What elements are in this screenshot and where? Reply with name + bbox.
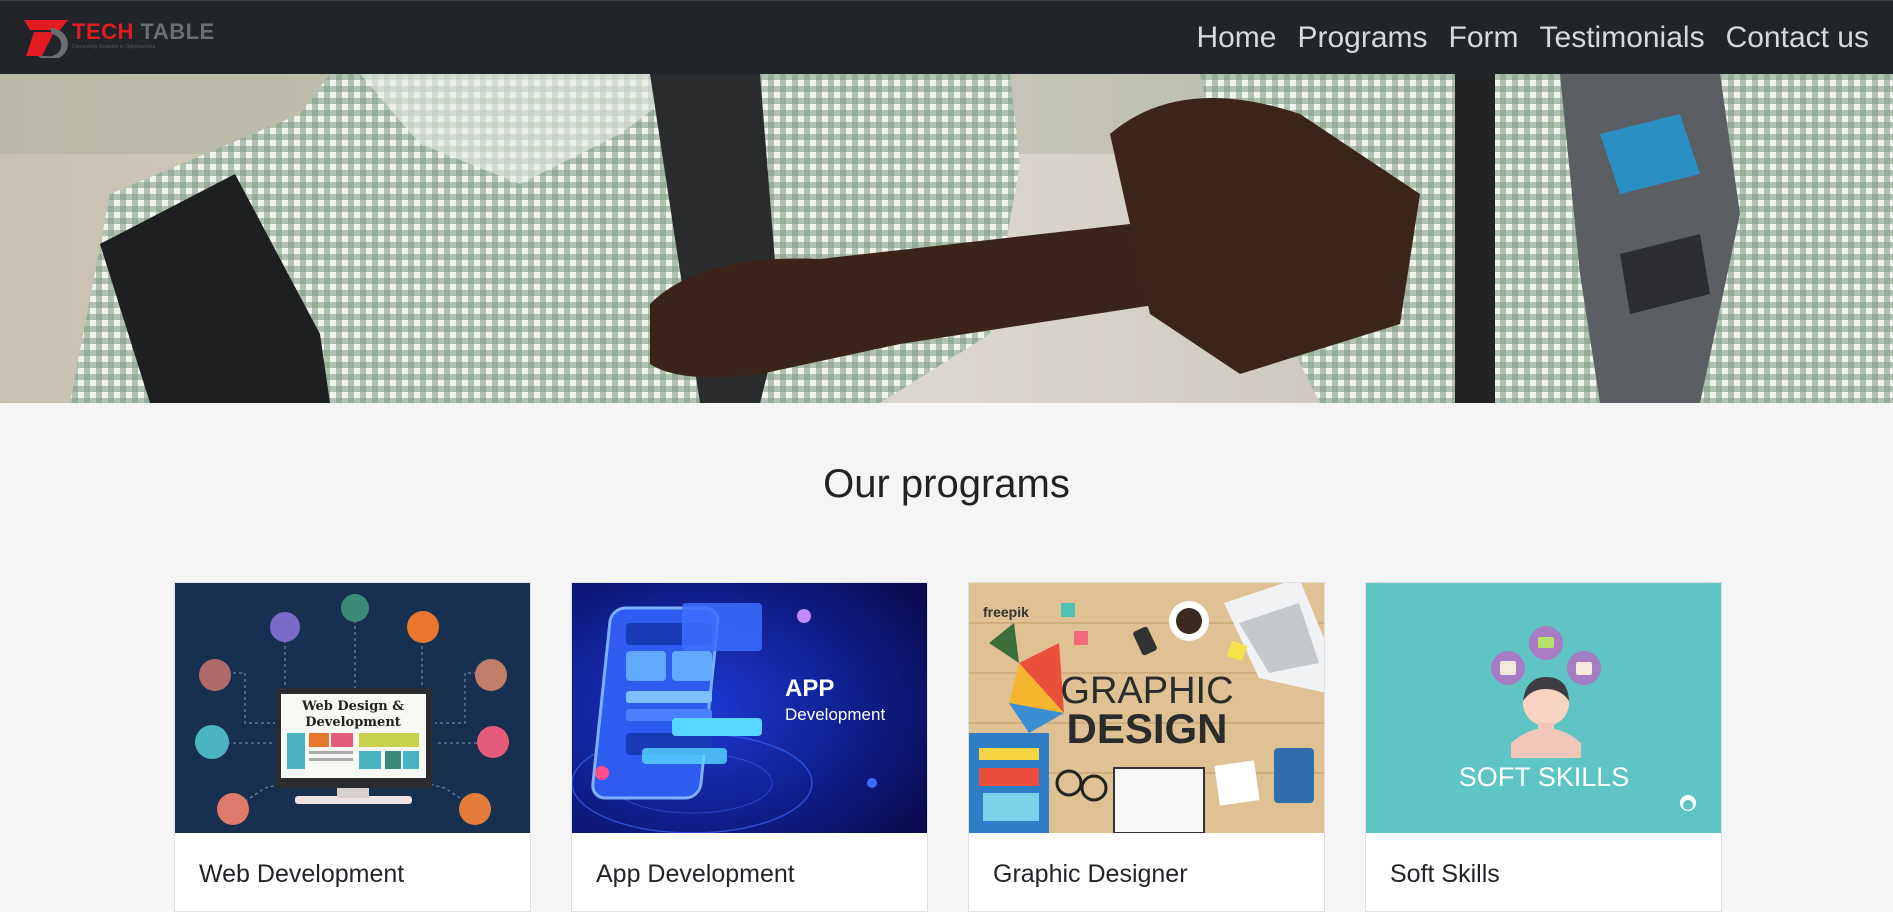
hero-photo-image bbox=[0, 74, 1893, 403]
nav-programs[interactable]: Programs bbox=[1297, 21, 1427, 55]
program-card-graphic-designer[interactable]: freepik GRAPHIC DESIGN Graphic Designer bbox=[968, 582, 1325, 912]
program-card-app-development[interactable]: APP Development App Development bbox=[571, 582, 928, 912]
brand-name-part2: Table bbox=[140, 18, 215, 44]
nav-form[interactable]: Form bbox=[1449, 21, 1519, 55]
program-card-web-development[interactable]: Web Design & Development Web Development bbox=[174, 582, 531, 912]
web-development-title: Web Development bbox=[199, 860, 405, 888]
nav-home[interactable]: Home bbox=[1196, 21, 1276, 55]
soft-skills-image: SOFT SKILLS bbox=[1366, 583, 1721, 833]
app-image-line1: APP bbox=[785, 675, 834, 702]
graphic-designer-title: Graphic Designer bbox=[993, 860, 1188, 888]
brand-tagline: Connecting Students to Opportunities bbox=[72, 43, 156, 50]
brand-name: Tech Table bbox=[72, 18, 215, 44]
app-development-title: App Development bbox=[596, 860, 795, 888]
web-image-line2: Development bbox=[305, 715, 401, 730]
navbar: Tech Table Connecting Students to Opport… bbox=[0, 0, 1893, 74]
soft-skills-title: Soft Skills bbox=[1390, 860, 1500, 888]
nav-testimonials[interactable]: Testimonials bbox=[1540, 21, 1705, 55]
freepik-brand: freepik bbox=[983, 604, 1029, 620]
tech-table-logo-icon bbox=[24, 20, 68, 58]
app-development-image: APP Development bbox=[572, 583, 927, 833]
web-image-line1: Web Design & bbox=[301, 699, 404, 714]
brand-logo[interactable]: Tech Table Connecting Students to Opport… bbox=[20, 15, 215, 59]
graphic-image-line2: DESIGN bbox=[1066, 705, 1227, 752]
nav-contact[interactable]: Contact us bbox=[1726, 21, 1869, 55]
hero-banner bbox=[0, 74, 1893, 403]
soft-skills-image-text: SOFT SKILLS bbox=[1459, 762, 1630, 792]
app-image-line2: Development bbox=[785, 705, 885, 724]
programs-section-title: Our programs bbox=[823, 462, 1070, 506]
graphic-design-image: freepik GRAPHIC DESIGN bbox=[969, 583, 1324, 833]
program-card-soft-skills[interactable]: SOFT SKILLS Soft Skills bbox=[1365, 582, 1722, 912]
nav-links: Home Programs Form Testimonials Contact … bbox=[1175, 1, 1869, 75]
brand-text: Tech Table Connecting Students to Opport… bbox=[72, 18, 215, 50]
brand-name-part1: Tech bbox=[72, 18, 134, 44]
web-development-image: Web Design & Development bbox=[175, 583, 530, 833]
